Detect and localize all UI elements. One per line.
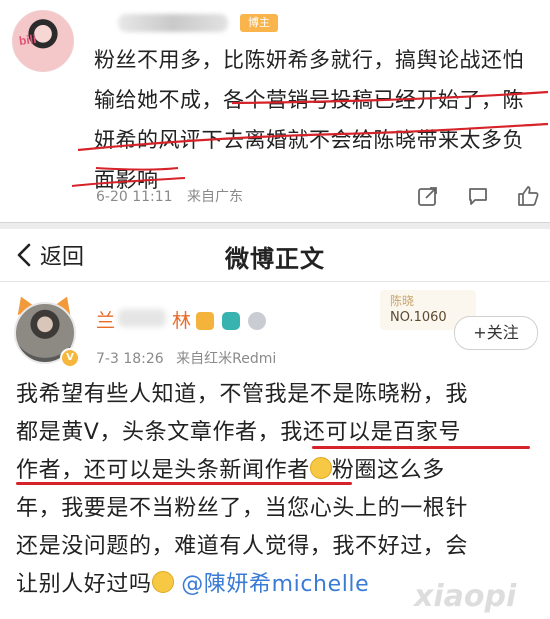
mention-link[interactable]: @陳妍希michelle [181,572,369,597]
back-label: 返回 [40,245,85,270]
highlight-underline [16,482,352,485]
post-line-text: 作者，还可以是头条新闻作者 [16,458,310,483]
comment-icon[interactable] [466,184,490,208]
post-source: 来自红米Redmi [176,351,277,367]
highlight-underline [312,446,530,449]
poster-name-blurred [118,309,166,327]
post-line: 还是没问题的，难道有人觉得，我不好过，会 [16,534,469,559]
post-line: 我希望有些人知道，不管我是不是陈晓粉，我 [16,382,469,407]
camera-badge-icon [222,312,240,330]
post-line: 年，我要是不当粉丝了，当您心头上的一根针 [16,496,469,521]
post-time: 7-3 18:26 [96,351,164,367]
back-button[interactable]: 返回 [12,239,84,271]
grin-emoji-icon [309,457,332,479]
screenshot-composite: bili 博主 粉丝不用多，比陈妍希多就行，搞舆论战还怕 输给她不成，各个营销号… [0,0,550,619]
comment-time: 6-20 11:11 [96,189,173,205]
fan-card-name: 陈晓 [390,294,415,308]
poster-name-suffix[interactable]: 林 [172,306,191,333]
fan-card-number: NO.1060 [390,310,447,325]
watermark-text: xiaopi [412,579,517,614]
member-crown-icon [196,312,214,330]
comment-panel: bili 博主 粉丝不用多，比陈妍希多就行，搞舆论战还怕 输给她不成，各个营销号… [0,0,550,222]
verified-v-icon: V [60,348,80,368]
follow-button[interactable]: +关注 [454,316,538,350]
medal-badge-icon [248,312,266,330]
share-icon[interactable] [416,184,440,208]
site-watermark: xiaopi [412,579,517,614]
poster-name-prefix[interactable]: 兰 [96,306,115,333]
chevron-left-icon [17,243,31,267]
like-icon[interactable] [516,184,540,208]
post-line-text: 让别人好过吗 [16,572,152,597]
nav-bar: 微博正文 返回 [0,229,550,282]
comment-meta: 6-20 11:11 来自广东 [96,186,253,206]
post-meta: 7-3 18:26 来自红米Redmi [96,348,284,368]
post-line-text: 粉圈这么多 [331,458,445,483]
grin-emoji-icon [151,571,174,593]
comment-location: 来自广东 [187,189,244,205]
